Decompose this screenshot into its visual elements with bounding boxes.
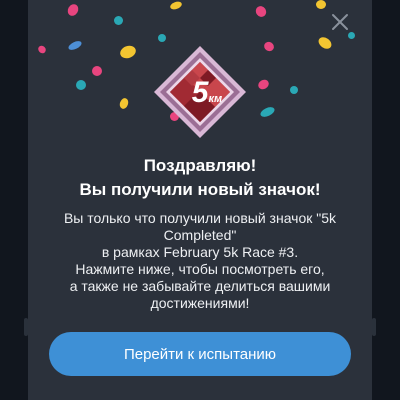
confetti-piece	[65, 2, 81, 18]
confetti-piece	[118, 96, 130, 111]
confetti-piece	[262, 40, 276, 53]
go-to-challenge-button[interactable]: Перейти к испытанию	[49, 332, 351, 376]
confetti-piece	[114, 16, 123, 25]
message-line: Вы только что получили новый значок "5k	[63, 210, 337, 226]
message-line: а также не забывайте делиться вашими	[69, 278, 331, 294]
dialog-title: Поздравляю! Вы получили новый значок!	[28, 154, 372, 202]
confetti-piece	[348, 32, 355, 39]
5k-badge-icon: 5 км	[152, 44, 248, 140]
confetti-piece	[92, 66, 102, 76]
dialog-message: Вы только что получили новый значок "5k …	[48, 210, 352, 312]
confetti-piece	[290, 86, 298, 94]
confetti-piece	[259, 105, 276, 119]
confetti-piece	[169, 0, 183, 11]
confetti-piece	[253, 4, 269, 19]
confetti-piece	[158, 34, 166, 42]
confetti-piece	[76, 80, 86, 90]
confetti-piece	[316, 0, 326, 9]
message-line: достижениями!	[150, 295, 250, 311]
title-line-1: Поздравляю!	[143, 156, 257, 175]
confetti-piece	[67, 39, 83, 52]
background-edge-right	[372, 318, 376, 336]
title-line-2: Вы получили новый значок!	[79, 180, 321, 199]
message-line: Нажмите ниже, чтобы посмотреть его,	[75, 261, 325, 277]
close-icon	[332, 14, 348, 30]
confetti-piece	[36, 44, 48, 55]
message-line: Completed"	[163, 227, 237, 243]
close-button[interactable]	[330, 12, 350, 32]
confetti-piece	[118, 43, 138, 61]
message-line: в рамках February 5k Race #3.	[101, 244, 299, 260]
confetti-piece	[316, 34, 334, 52]
confetti-piece	[256, 77, 271, 92]
achievement-dialog: 5 км Поздравляю! Вы получили новый значо…	[28, 0, 372, 400]
